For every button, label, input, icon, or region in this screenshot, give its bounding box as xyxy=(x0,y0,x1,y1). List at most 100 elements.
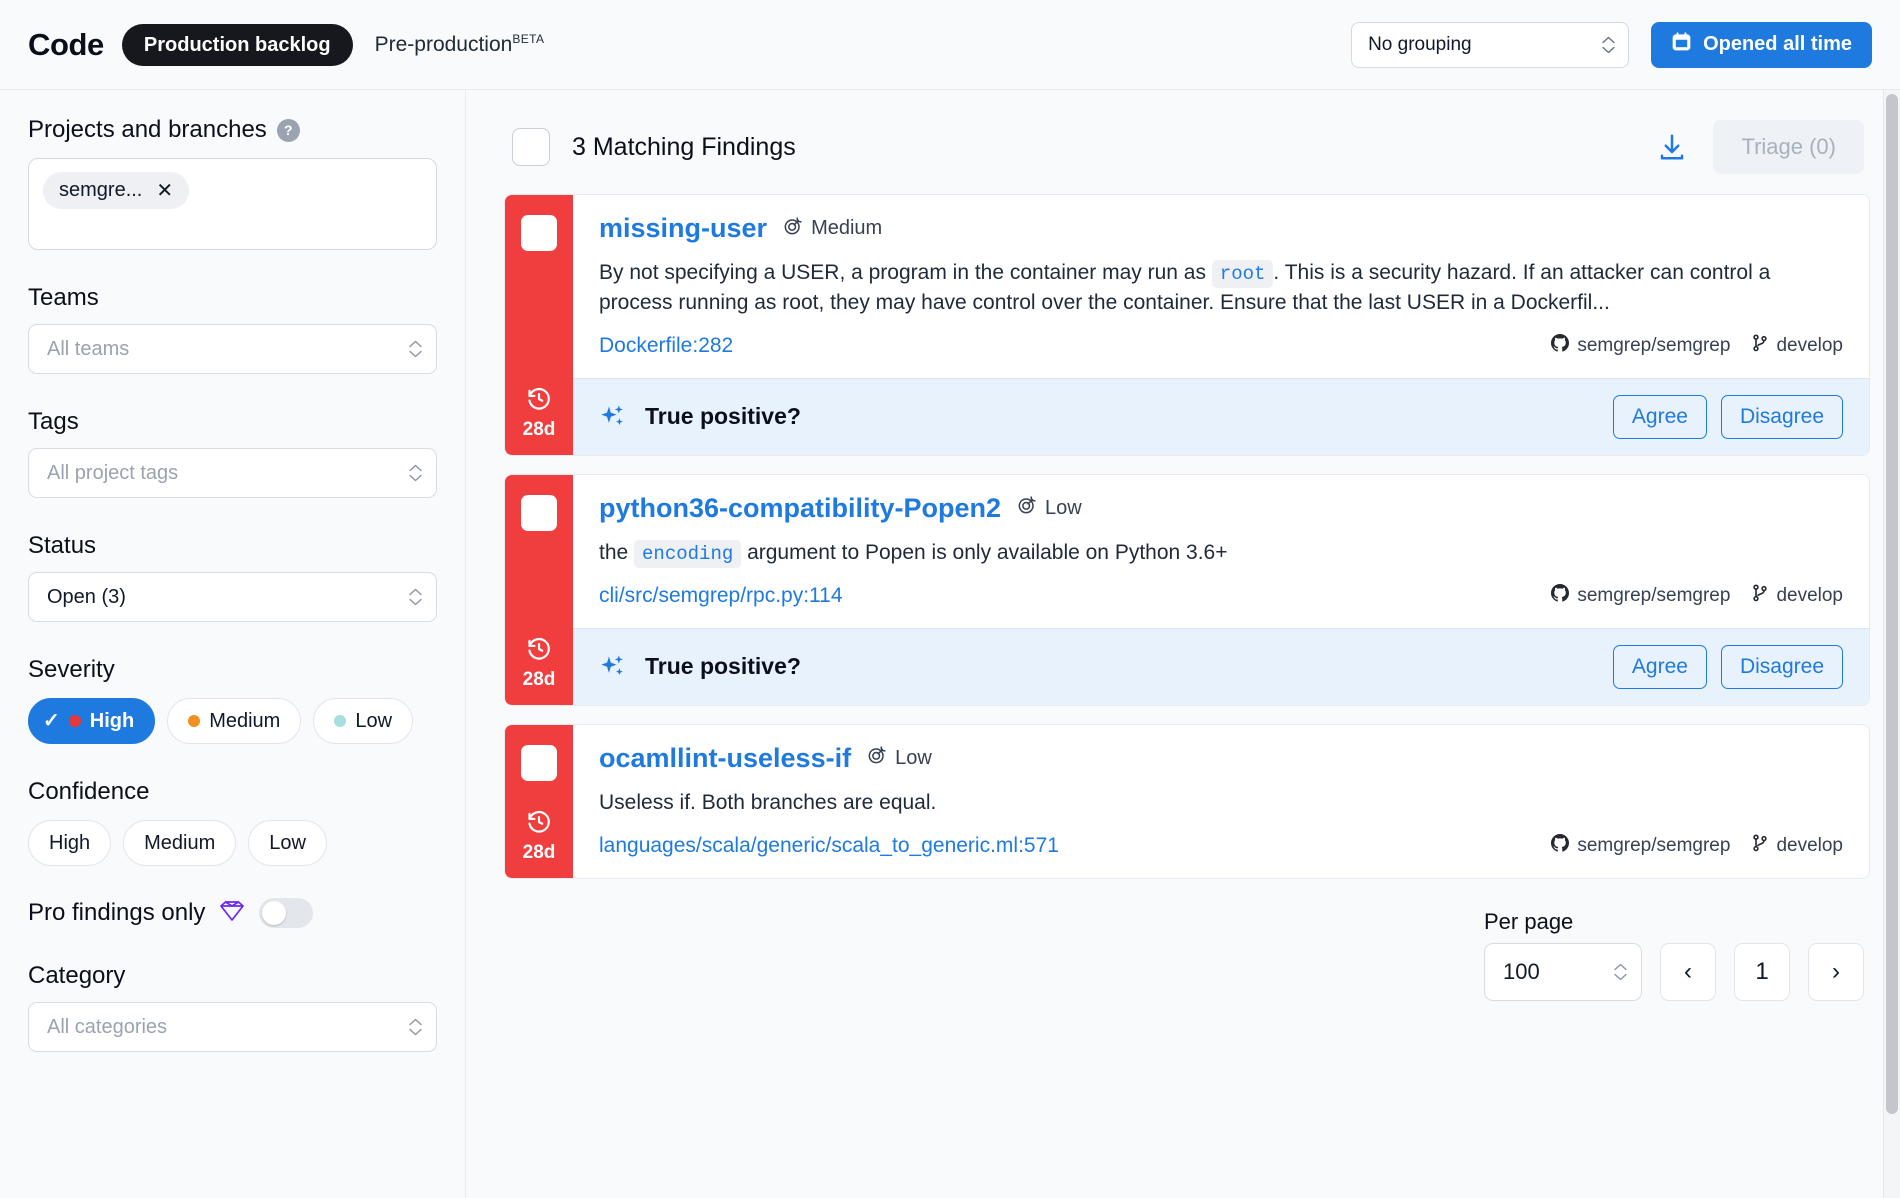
tags-placeholder: All project tags xyxy=(47,461,179,484)
finding-rule-link[interactable]: python36-compatibility-Popen2 xyxy=(599,493,1001,524)
finding-age-label: 28d xyxy=(522,418,556,440)
category-select[interactable]: All categories xyxy=(28,1002,437,1052)
projects-input[interactable]: semgre... ✕ xyxy=(28,158,437,250)
agree-button[interactable]: Agree xyxy=(1612,644,1707,689)
teams-placeholder: All teams xyxy=(47,337,130,360)
finding-checkbox[interactable] xyxy=(521,744,557,781)
tab-production-backlog[interactable]: Production backlog xyxy=(121,23,353,66)
finding-branch-label: develop xyxy=(1776,334,1843,356)
ai-question: True positive? xyxy=(645,653,801,680)
finding-card: 28d ocamllint-useless-if Low Useless if.… xyxy=(504,723,1870,879)
finding-branch: develop xyxy=(1752,834,1843,858)
pro-findings-row: Pro findings only xyxy=(28,898,437,928)
findings-toolbar: 3 Matching Findings Triage (0) xyxy=(504,116,1870,178)
sparkles-icon xyxy=(599,403,627,431)
next-page-button[interactable]: › xyxy=(1808,942,1864,1001)
calendar-icon xyxy=(1671,31,1692,58)
severity-dot-high xyxy=(68,715,81,727)
severity-stripe: 28d xyxy=(505,195,573,455)
finding-description: Useless if. Both branches are equal. xyxy=(599,788,1843,818)
desc-suffix: argument to Popen is only available on P… xyxy=(741,540,1228,564)
page-title: Code xyxy=(28,26,104,62)
finding-description: By not specifying a USER, a program in t… xyxy=(599,258,1843,318)
prev-page-button[interactable]: ‹ xyxy=(1660,942,1716,1001)
close-icon[interactable]: ✕ xyxy=(156,181,173,201)
confidence-filter-low[interactable]: Low xyxy=(248,820,327,866)
select-all-checkbox[interactable] xyxy=(512,128,550,166)
inline-code: encoding xyxy=(634,539,742,568)
finding-repo: semgrep/semgrep xyxy=(1551,333,1730,358)
finding-repo-meta: semgrep/semgrep develop xyxy=(1551,333,1843,358)
finding-repo-label: semgrep/semgrep xyxy=(1577,834,1731,856)
top-bar-actions: No grouping Opened all time xyxy=(1351,21,1872,68)
github-icon xyxy=(1551,833,1570,858)
tags-select[interactable]: All project tags xyxy=(28,448,437,498)
branch-icon xyxy=(1752,334,1768,358)
severity-filter-group: ✓ High Medium Low xyxy=(28,698,437,744)
opened-all-time-button[interactable]: Opened all time xyxy=(1651,21,1872,68)
chevron-updown-icon xyxy=(409,340,422,358)
finding-location-link[interactable]: languages/scala/generic/scala_to_generic… xyxy=(599,834,1059,858)
finding-location-row: Dockerfile:282 semgrep/semgrep develop xyxy=(599,333,1843,358)
finding-location-link[interactable]: Dockerfile:282 xyxy=(599,334,733,358)
disagree-button[interactable]: Disagree xyxy=(1720,644,1843,689)
desc-prefix: By not specifying a USER, a program in t… xyxy=(599,261,1212,284)
severity-medium-label: Medium xyxy=(209,709,281,732)
chevron-updown-icon xyxy=(1602,36,1615,53)
severity-low-label: Low xyxy=(355,709,393,732)
severity-dot-medium xyxy=(188,715,201,727)
ai-actions: Agree Disagree xyxy=(1612,644,1843,689)
finding-location-link[interactable]: cli/src/semgrep/rpc.py:114 xyxy=(599,584,843,608)
branch-icon xyxy=(1752,834,1768,858)
pagination-inner: Per page 100 ‹ 1 › xyxy=(1484,909,1864,1001)
body: Projects and branches ? semgre... ✕ Team… xyxy=(0,90,1900,1198)
help-icon[interactable]: ? xyxy=(276,118,300,142)
finding-body: python36-compatibility-Popen2 Low the en… xyxy=(573,475,1869,705)
grouping-select[interactable]: No grouping xyxy=(1351,21,1630,68)
pagination: Per page 100 ‹ 1 › xyxy=(504,897,1870,1001)
finding-card: 28d python36-compatibility-Popen2 Low th… xyxy=(504,473,1870,706)
download-icon[interactable] xyxy=(1657,132,1687,162)
disagree-button[interactable]: Disagree xyxy=(1720,394,1843,439)
severity-filter-low[interactable]: Low xyxy=(313,698,414,744)
finding-header: ocamllint-useless-if Low xyxy=(599,743,1843,774)
project-chip[interactable]: semgre... ✕ xyxy=(43,172,190,209)
desc-prefix: the xyxy=(599,540,635,564)
agree-button[interactable]: Agree xyxy=(1612,394,1707,439)
page-number-button[interactable]: 1 xyxy=(1734,942,1790,1001)
finding-rule-link[interactable]: ocamllint-useless-if xyxy=(599,743,851,774)
severity-high-label: High xyxy=(89,709,135,732)
confidence-filter-medium[interactable]: Medium xyxy=(123,820,237,866)
finding-age: 28d xyxy=(522,386,556,441)
tab-pre-production[interactable]: Pre-productionBETA xyxy=(375,32,545,57)
ai-assistant-bar: True positive? Agree Disagree xyxy=(573,627,1869,705)
finding-content: missing-user Medium By not specifying a … xyxy=(573,195,1869,378)
severity-filter-high[interactable]: ✓ High xyxy=(28,698,156,744)
pro-findings-toggle[interactable] xyxy=(259,898,314,928)
confidence-filter-high[interactable]: High xyxy=(28,820,112,866)
finding-location-row: languages/scala/generic/scala_to_generic… xyxy=(599,833,1843,858)
finding-header: missing-user Medium xyxy=(599,213,1843,244)
confidence-low-label: Low xyxy=(269,831,306,854)
per-page-select[interactable]: 100 xyxy=(1484,942,1642,1001)
status-value: Open (3) xyxy=(47,585,126,608)
clock-history-icon xyxy=(526,810,552,839)
severity-filter-medium[interactable]: Medium xyxy=(167,698,302,744)
clock-history-icon xyxy=(526,387,552,416)
per-page-value: 100 xyxy=(1503,958,1540,984)
finding-severity-label: Medium xyxy=(811,217,883,239)
finding-repo: semgrep/semgrep xyxy=(1551,583,1730,608)
finding-body: ocamllint-useless-if Low Useless if. Bot… xyxy=(573,725,1869,878)
scrollbar-thumb[interactable] xyxy=(1886,94,1898,1114)
findings-list: 28d missing-user Medium By not specifyin… xyxy=(504,194,1870,879)
severity-dot-low xyxy=(334,715,347,727)
finding-checkbox[interactable] xyxy=(521,215,557,251)
finding-rule-link[interactable]: missing-user xyxy=(599,213,767,244)
status-select[interactable]: Open (3) xyxy=(28,572,437,622)
teams-select[interactable]: All teams xyxy=(28,324,437,374)
triage-button[interactable]: Triage (0) xyxy=(1713,120,1864,174)
github-icon xyxy=(1551,583,1570,608)
finding-checkbox[interactable] xyxy=(521,494,557,531)
page-scrollbar[interactable] xyxy=(1883,90,1900,1198)
finding-branch-label: develop xyxy=(1776,584,1843,606)
